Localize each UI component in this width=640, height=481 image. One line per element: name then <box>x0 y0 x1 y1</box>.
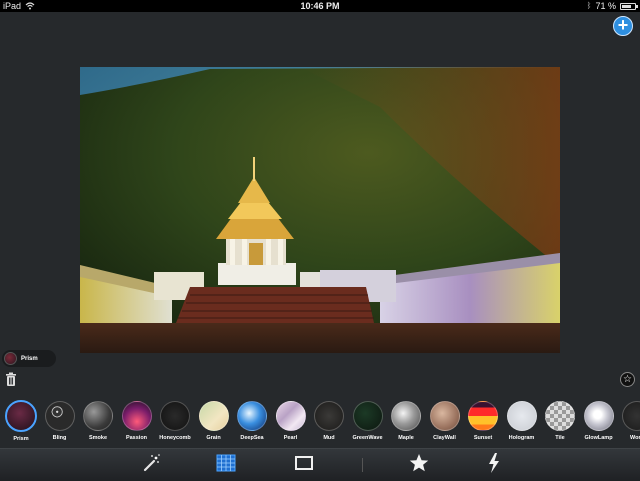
filter-sunset[interactable]: Sunset <box>464 398 502 446</box>
filter-mud[interactable]: Mud <box>310 398 348 446</box>
filter-thumbnail <box>237 401 267 431</box>
battery-icon <box>620 2 638 10</box>
trash-icon[interactable] <box>5 372 17 386</box>
filter-label: Tile <box>555 435 565 441</box>
filter-glowlamp[interactable]: GlowLamp <box>580 398 618 446</box>
filter-honeycomb[interactable]: Honeycomb <box>156 398 194 446</box>
status-time: 10:46 PM <box>300 1 340 11</box>
filter-strip[interactable]: Prism Bling Smoke Passion Honeycomb Grain Deep… <box>0 398 640 446</box>
filter-pearl[interactable]: Pearl <box>272 398 310 446</box>
filter-label: Pearl <box>283 435 298 441</box>
photo-canvas[interactable] <box>80 67 560 353</box>
filter-thumbnail <box>429 401 460 431</box>
filter-label: Mud <box>323 435 335 441</box>
filter-thumbnail <box>545 401 575 431</box>
filter-thumbnail <box>5 400 37 432</box>
filter-label: GlowLamp <box>584 435 613 441</box>
filter-thumbnail <box>506 401 537 431</box>
filter-label: Honeycomb <box>159 435 191 441</box>
filter-prism[interactable]: Prism <box>2 398 40 446</box>
filter-label: Bling <box>52 435 67 441</box>
grid-icon[interactable] <box>215 452 237 474</box>
star-outline-icon: ☆ <box>623 374 632 385</box>
filter-greenwave[interactable]: GreenWave <box>349 398 387 446</box>
filter-bling[interactable]: Bling <box>41 398 79 446</box>
filter-label: GreenWave <box>352 435 383 441</box>
battery-percent: 71 % <box>595 1 616 11</box>
frame-icon[interactable] <box>293 452 315 474</box>
filter-worn[interactable]: Worn <box>618 398 640 446</box>
filter-label: Sunset <box>473 435 493 441</box>
current-effect-indicator[interactable]: Prism <box>2 350 56 367</box>
current-effect-label: Prism <box>21 355 38 362</box>
filter-label: Smoke <box>88 435 108 441</box>
add-photo-button[interactable]: + <box>613 16 633 36</box>
bottom-toolbar <box>0 448 640 481</box>
star-icon[interactable] <box>408 452 430 474</box>
filter-hologram[interactable]: Hologram <box>503 398 541 446</box>
filter-thumbnail <box>314 401 344 431</box>
filter-thumbnail <box>352 401 383 431</box>
filter-label: Worn <box>630 435 640 441</box>
lightning-icon[interactable] <box>483 452 505 474</box>
filter-thumbnail <box>44 401 75 431</box>
filter-thumbnail <box>83 401 113 431</box>
filter-grain[interactable]: Grain <box>195 398 233 446</box>
filter-label: Maple <box>398 435 414 441</box>
bluetooth-icon: ᛒ <box>586 1 592 10</box>
filter-thumbnail <box>160 401 190 431</box>
filter-thumbnail <box>121 401 152 431</box>
filter-thumbnail <box>468 401 498 431</box>
filter-label: Prism <box>13 436 29 442</box>
filter-label: Grain <box>206 435 221 441</box>
filter-thumbnail <box>391 401 421 431</box>
status-bar: iPad 10:46 PM ᛒ 71 % <box>0 0 640 12</box>
filter-label: Passion <box>125 435 148 441</box>
filter-thumbnail <box>622 401 640 431</box>
effect-swatch <box>4 352 17 365</box>
filter-label: Hologram <box>508 435 535 441</box>
filter-tile[interactable]: Tile <box>541 398 579 446</box>
filter-thumbnail <box>583 401 614 431</box>
filter-maple[interactable]: Maple <box>387 398 425 446</box>
toolbar-divider <box>362 458 363 472</box>
filter-passion[interactable]: Passion <box>118 398 156 446</box>
filter-smoke[interactable]: Smoke <box>79 398 117 446</box>
filter-label: DeepSea <box>240 435 264 441</box>
filter-deepsea[interactable]: DeepSea <box>233 398 271 446</box>
magic-wand-icon[interactable] <box>140 452 162 474</box>
filter-label: ClayWall <box>433 435 456 441</box>
filter-thumbnail <box>275 401 306 431</box>
filter-thumbnail <box>198 401 229 431</box>
favorite-star-button[interactable]: ☆ <box>620 372 635 387</box>
filter-claywall[interactable]: ClayWall <box>426 398 464 446</box>
